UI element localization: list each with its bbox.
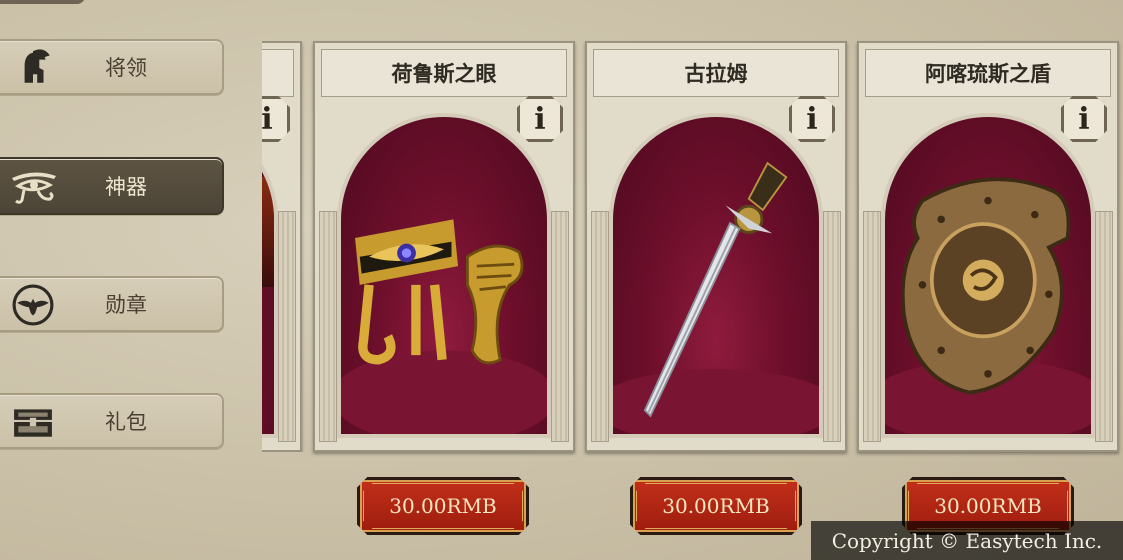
info-button[interactable]: i [262,96,290,142]
buy-button-sword[interactable]: 30.00RMB [630,477,802,535]
sidebar-item-generals[interactable]: 将领 [0,39,224,95]
artifact-display [609,113,823,438]
artifact-card-partial[interactable]: i [262,41,305,452]
pillar [319,211,337,442]
top-edge-tab [0,0,85,4]
partial-artifact-image [262,113,278,438]
pillar [1095,211,1113,442]
sidebar-item-label: 神器 [105,175,147,199]
sidebar-item-medals[interactable]: 勋章 [0,276,224,332]
price-label: 30.00RMB [934,494,1042,518]
price-label: 30.00RMB [389,494,497,518]
info-button[interactable]: i [789,96,835,142]
card-title: 阿喀琉斯之盾 [865,49,1111,97]
artifact-card-sword[interactable]: 古拉姆 i [585,41,847,452]
eye-of-horus-bracelet-image [341,219,547,434]
sidebar-item-artifacts[interactable]: 神器 [0,157,224,215]
shield-image [885,177,1091,434]
sidebar-item-packs[interactable]: 礼包 [0,393,224,449]
sidebar-item-label: 勋章 [105,293,147,317]
card-title: 古拉姆 [593,49,839,97]
artifact-card-eye-of-horus[interactable]: 荷鲁斯之眼 i [313,41,575,452]
card-title [262,49,294,97]
price-label: 30.00RMB [662,494,770,518]
sidebar-item-label: 将领 [105,56,147,80]
artifact-card-shield[interactable]: 阿喀琉斯之盾 i [857,41,1119,452]
pillar [278,211,296,442]
info-button[interactable]: i [1061,96,1107,142]
pillar [551,211,569,442]
artifact-display [881,113,1095,438]
copyright-notice: Copyright © Easytech Inc. [811,521,1123,560]
card-title: 荷鲁斯之眼 [321,49,567,97]
pillar [863,211,881,442]
sword-image [613,161,819,434]
info-button[interactable]: i [517,96,563,142]
buy-button-eye-of-horus[interactable]: 30.00RMB [357,477,529,535]
artifact-display [337,113,551,438]
pillar [823,211,841,442]
pillar [591,211,609,442]
sidebar-item-label: 礼包 [105,410,147,434]
